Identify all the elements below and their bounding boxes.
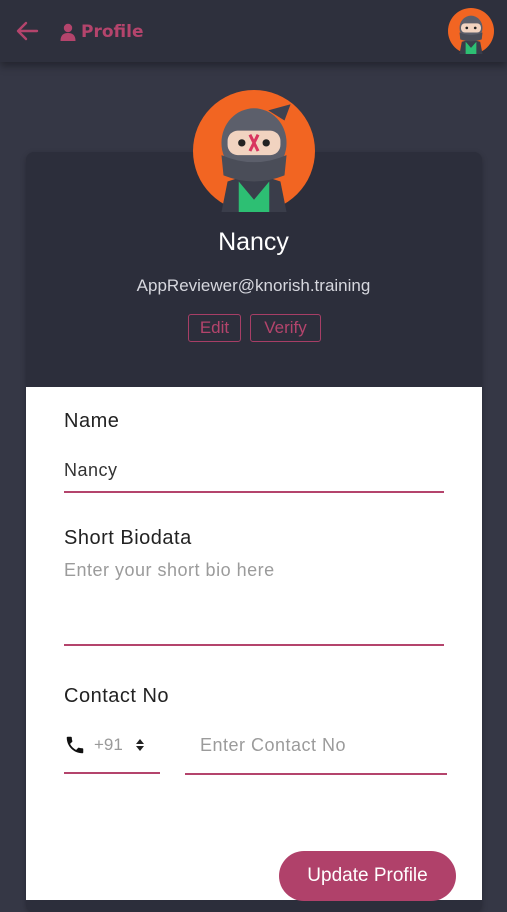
- user-name: Nancy: [218, 228, 289, 256]
- person-icon: [60, 23, 76, 41]
- user-email: AppReviewer@knorish.training: [136, 276, 371, 295]
- name-field-underline: [64, 491, 444, 493]
- top-app-bar: Profile: [0, 0, 507, 62]
- profile-avatar-button[interactable]: [448, 8, 494, 54]
- phone-icon: [66, 736, 84, 754]
- bio-field[interactable]: [64, 560, 444, 630]
- name-field[interactable]: [64, 455, 444, 485]
- sort-arrows-icon: [135, 739, 144, 751]
- profile-avatar: [193, 90, 315, 212]
- country-code-select[interactable]: +91: [64, 730, 160, 760]
- page-title-label: Profile: [81, 22, 144, 42]
- country-code-value: +91: [94, 735, 123, 754]
- name-label: Name: [64, 410, 120, 432]
- contact-label: Contact No: [64, 685, 170, 707]
- country-code-underline: [64, 772, 160, 774]
- edit-button[interactable]: Edit: [188, 314, 241, 342]
- contact-number-field[interactable]: [200, 730, 445, 760]
- update-profile-button[interactable]: Update Profile: [279, 851, 456, 901]
- back-button[interactable]: [14, 19, 40, 43]
- bio-label: Short Biodata: [64, 527, 192, 549]
- ninja-avatar-icon: [193, 90, 315, 212]
- contact-field-underline: [185, 773, 447, 775]
- bio-field-underline: [64, 644, 444, 646]
- page-title: Profile: [60, 20, 143, 44]
- back-arrow-icon: [16, 21, 39, 41]
- ninja-avatar-icon: [448, 8, 494, 54]
- verify-button[interactable]: Verify: [250, 314, 321, 342]
